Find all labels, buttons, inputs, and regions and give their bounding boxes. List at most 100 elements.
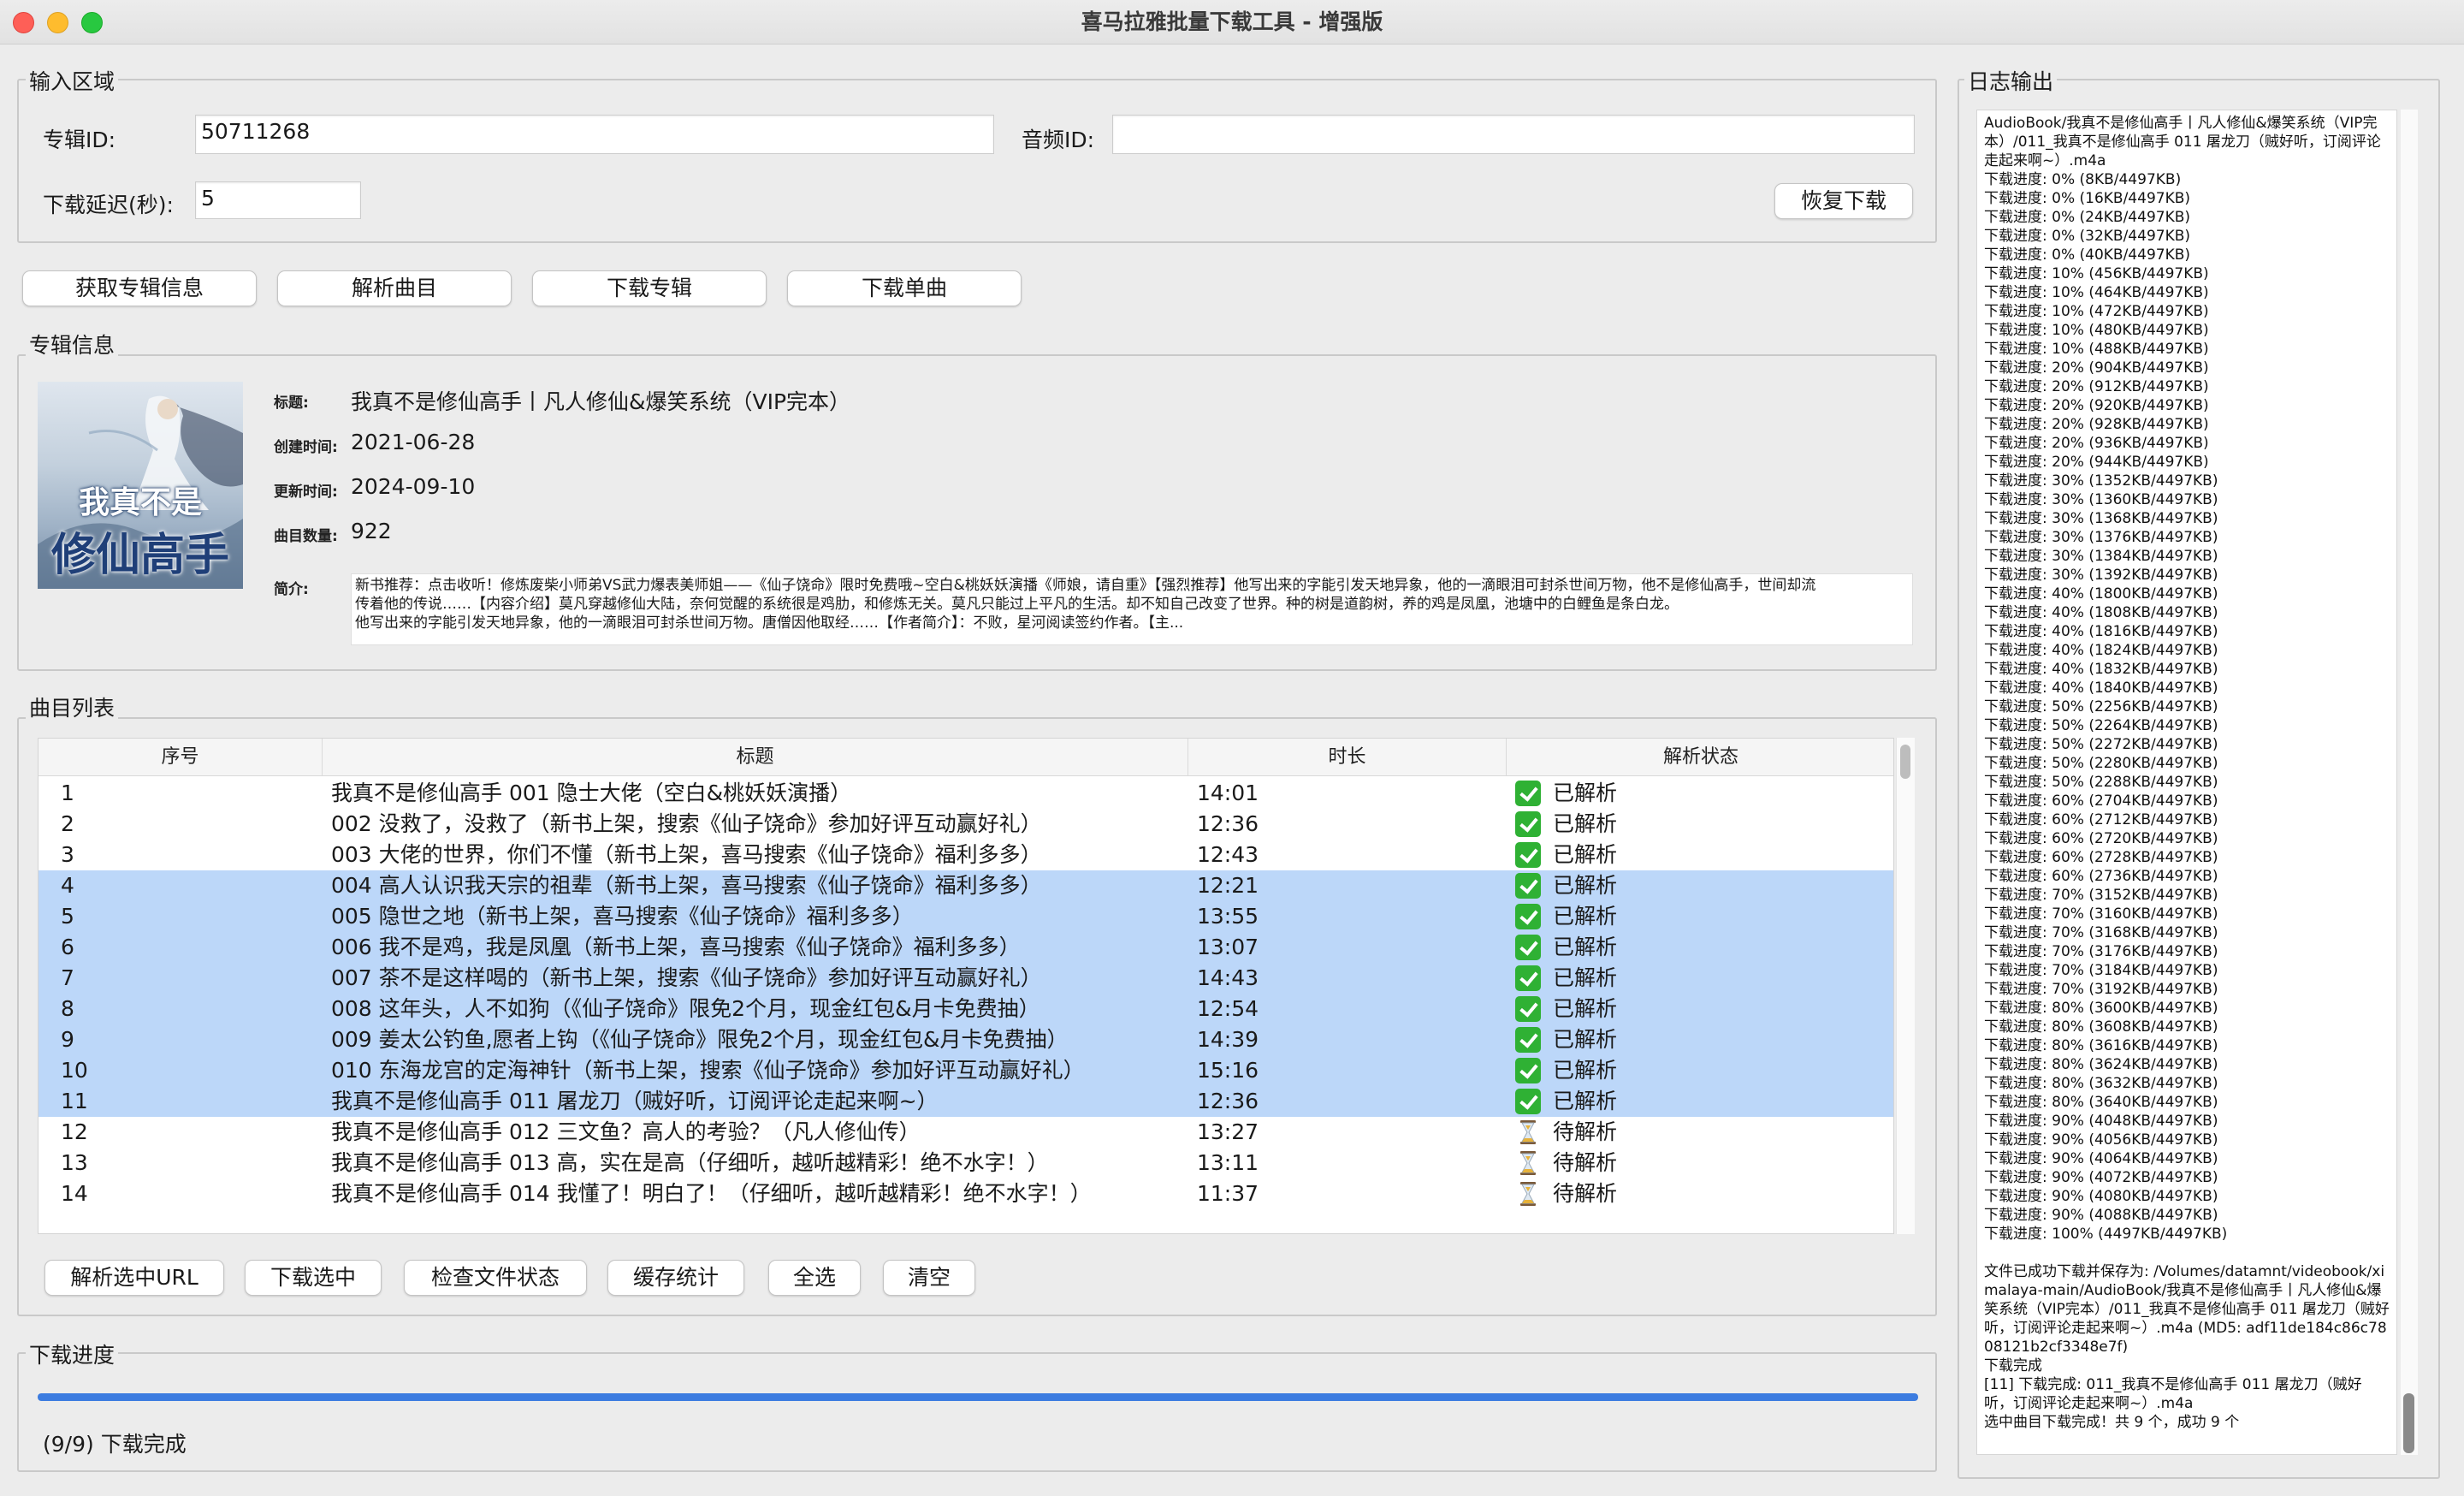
download-album-button[interactable]: 下载专辑 xyxy=(532,270,767,306)
title-key: 标题: xyxy=(274,395,309,412)
download-progress-frame xyxy=(17,1352,1937,1472)
table-row[interactable]: 9 009 姜太公钓鱼,愿者上钩（《仙子饶命》限免2个月，现金红包&月卡免费抽） 1… xyxy=(38,1024,1893,1055)
log-line: 下载进度: 20% (936KB/4497KB) xyxy=(1984,435,2209,452)
check-icon xyxy=(1515,965,1541,991)
log-line: 下载进度: 40% (1816KB/4497KB) xyxy=(1984,623,2218,640)
log-line: 下载进度: 40% (1824KB/4497KB) xyxy=(1984,642,2218,659)
row-status: 待解析 xyxy=(1553,1181,1618,1206)
created-key: 创建时间: xyxy=(274,439,338,456)
table-row[interactable]: 11 我真不是修仙高手 011 屠龙刀（贼好听，订阅评论走起来啊~） 12:36 已解… xyxy=(38,1086,1893,1117)
log-line: 下载进度: 80% (3600KB/4497KB) xyxy=(1984,1000,2218,1017)
row-title: 我真不是修仙高手 011 屠龙刀（贼好听，订阅评论走起来啊~） xyxy=(331,1089,939,1113)
window-title: 喜马拉雅批量下载工具 - 增强版 xyxy=(1081,9,1383,34)
log-scroll-thumb[interactable] xyxy=(2403,1393,2414,1453)
row-status: 已解析 xyxy=(1553,965,1618,990)
album-id-input[interactable]: 50711268 xyxy=(195,115,994,154)
table-row[interactable]: 8 008 这年头，人不如狗（《仙子饶命》限免2个月，现金红包&月卡免费抽） 12:… xyxy=(38,994,1893,1024)
log-line: 下载进度: 70% (3152KB/4497KB) xyxy=(1984,887,2218,904)
row-duration: 12:21 xyxy=(1197,873,1259,898)
select-all-button[interactable]: 全选 xyxy=(768,1260,861,1296)
log-line: 下载进度: 0% (24KB/4497KB) xyxy=(1984,209,2191,226)
log-line: 下载进度: 90% (4072KB/4497KB) xyxy=(1984,1169,2218,1186)
row-index: 9 xyxy=(61,1027,74,1052)
log-line: 下载进度: 60% (2704KB/4497KB) xyxy=(1984,793,2218,810)
check-icon xyxy=(1515,842,1541,868)
table-row[interactable]: 4 004 高人认识我天宗的祖辈（新书上架，喜马搜索《仙子饶命》福利多多） 12:2… xyxy=(38,870,1893,901)
row-duration: 13:27 xyxy=(1197,1119,1259,1144)
check-icon xyxy=(1515,811,1541,837)
row-title: 我真不是修仙高手 014 我懂了！明白了！（仔细听，越听越精彩！绝不水字！） xyxy=(331,1181,1092,1206)
column-header-title[interactable]: 标题 xyxy=(323,739,1188,776)
log-line: 下载进度: 0% (32KB/4497KB) xyxy=(1984,228,2191,245)
table-row[interactable]: 5 005 隐世之地（新书上架，喜马搜索《仙子饶命》福利多多） 13:55 已解析 xyxy=(38,901,1893,932)
log-line: 下载进度: 0% (8KB/4497KB) xyxy=(1984,171,2182,188)
row-index: 13 xyxy=(61,1150,88,1175)
parse-tracks-button[interactable]: 解析曲目 xyxy=(277,270,512,306)
table-row[interactable]: 14 我真不是修仙高手 014 我懂了！明白了！（仔细听，越听越精彩！绝不水字！）… xyxy=(38,1178,1893,1209)
table-row[interactable]: 3 003 大佬的世界，你们不懂（新书上架，喜马搜索《仙子饶命》福利多多） 12:4… xyxy=(38,840,1893,870)
download-selected-button[interactable]: 下载选中 xyxy=(245,1260,382,1296)
log-line: 下载进度: 30% (1376KB/4497KB) xyxy=(1984,529,2218,546)
column-header-index[interactable]: 序号 xyxy=(38,739,323,776)
log-line: 下载进度: 60% (2728KB/4497KB) xyxy=(1984,849,2218,866)
hourglass-icon xyxy=(1515,1181,1541,1207)
column-header-status[interactable]: 解析状态 xyxy=(1507,739,1893,776)
resume-download-button[interactable]: 恢复下载 xyxy=(1774,183,1913,219)
cache-stats-button[interactable]: 缓存统计 xyxy=(607,1260,744,1296)
table-scrollbar[interactable] xyxy=(1896,738,1915,1234)
log-text-area[interactable]: AudioBook/我真不是修仙高手丨凡人修仙&爆笑系统（VIP完本）/011_… xyxy=(1976,110,2397,1455)
log-line: 下载进度: 40% (1832KB/4497KB) xyxy=(1984,661,2218,678)
row-index: 8 xyxy=(61,996,74,1021)
log-line: 下载进度: 10% (456KB/4497KB) xyxy=(1984,265,2209,282)
log-scrollbar[interactable] xyxy=(2401,110,2418,1455)
table-row[interactable]: 12 我真不是修仙高手 012 三文鱼？高人的考验？（凡人修仙传） 13:27 待解析 xyxy=(38,1117,1893,1148)
download-progress-fill xyxy=(38,1393,1918,1401)
log-line: 下载进度: 10% (464KB/4497KB) xyxy=(1984,284,2209,301)
fetch-album-info-button[interactable]: 获取专辑信息 xyxy=(22,270,257,306)
log-line: 下载完成 xyxy=(1984,1357,2042,1374)
log-line: 下载进度: 50% (2288KB/4497KB) xyxy=(1984,774,2218,791)
log-line: 下载进度: 40% (1800KB/4497KB) xyxy=(1984,585,2218,603)
row-duration: 12:36 xyxy=(1197,1089,1259,1113)
download-single-button[interactable]: 下载单曲 xyxy=(787,270,1022,306)
row-index: 4 xyxy=(61,873,74,898)
log-line: 下载进度: 90% (4056KB/4497KB) xyxy=(1984,1131,2218,1149)
check-icon xyxy=(1515,1089,1541,1114)
clear-button[interactable]: 清空 xyxy=(883,1260,975,1296)
log-line: 下载进度: 0% (16KB/4497KB) xyxy=(1984,190,2191,207)
row-title: 007 茶不是这样喝的（新书上架，搜索《仙子饶命》参加好评互动赢好礼） xyxy=(331,965,1042,990)
track-count: 922 xyxy=(351,519,392,543)
check-icon xyxy=(1515,904,1541,929)
log-line: 下载进度: 20% (904KB/4497KB) xyxy=(1984,359,2209,377)
row-title: 002 没救了，没救了（新书上架，搜索《仙子饶命》参加好评互动赢好礼） xyxy=(331,811,1042,836)
log-line: 下载进度: 40% (1840KB/4497KB) xyxy=(1984,680,2218,697)
cover-text-top: 我真不是 xyxy=(78,484,202,520)
audio-id-input[interactable] xyxy=(1112,115,1915,154)
table-row[interactable]: 13 我真不是修仙高手 013 高，实在是高（仔细听，越听越精彩！绝不水字！） 13… xyxy=(38,1148,1893,1178)
album-info-label: 专辑信息 xyxy=(26,329,119,359)
log-line: 下载进度: 70% (3192KB/4497KB) xyxy=(1984,981,2218,998)
check-file-status-button[interactable]: 检查文件状态 xyxy=(404,1260,587,1296)
table-row[interactable]: 2 002 没救了，没救了（新书上架，搜索《仙子饶命》参加好评互动赢好礼） 12:3… xyxy=(38,809,1893,840)
log-line: 下载进度: 60% (2736KB/4497KB) xyxy=(1984,868,2218,885)
table-scroll-thumb[interactable] xyxy=(1900,745,1910,779)
row-title: 我真不是修仙高手 012 三文鱼？高人的考验？（凡人修仙传） xyxy=(331,1119,921,1144)
log-line: 下载进度: 50% (2280KB/4497KB) xyxy=(1984,755,2218,772)
column-header-duration[interactable]: 时长 xyxy=(1188,739,1507,776)
table-row[interactable]: 6 006 我不是鸡，我是凤凰（新书上架，喜马搜索《仙子饶命》福利多多） 13:07… xyxy=(38,932,1893,963)
table-row[interactable]: 10 010 东海龙宫的定海神针（新书上架，搜索《仙子饶命》参加好评互动赢好礼） 1… xyxy=(38,1055,1893,1086)
row-status: 已解析 xyxy=(1553,1089,1618,1113)
log-line: 下载进度: 50% (2264KB/4497KB) xyxy=(1984,717,2218,734)
table-row[interactable]: 7 007 茶不是这样喝的（新书上架，搜索《仙子饶命》参加好评互动赢好礼） 14:4… xyxy=(38,963,1893,994)
log-line: 下载进度: 30% (1352KB/4497KB) xyxy=(1984,472,2218,490)
table-row[interactable]: 1 我真不是修仙高手 001 隐士大佬（空白&桃妖妖演播） 14:01 已解析 xyxy=(38,778,1893,809)
track-table[interactable]: 序号 标题 时长 解析状态 1 我真不是修仙高手 001 隐士大佬（空白&桃妖妖演… xyxy=(38,738,1894,1234)
log-line: 下载进度: 90% (4048KB/4497KB) xyxy=(1984,1113,2218,1130)
download-delay-input[interactable]: 5 xyxy=(195,181,361,219)
row-duration: 15:16 xyxy=(1197,1058,1259,1083)
parse-selected-url-button[interactable]: 解析选中URL xyxy=(44,1260,224,1296)
log-line: 下载进度: 70% (3184KB/4497KB) xyxy=(1984,962,2218,979)
row-status: 已解析 xyxy=(1553,935,1618,959)
row-index: 3 xyxy=(61,842,74,867)
intro-text-box[interactable]: 新书推荐：点击收听！修炼废柴小师弟VS武力爆表美师姐——《仙子饶命》限时免费哦~… xyxy=(351,573,1913,645)
